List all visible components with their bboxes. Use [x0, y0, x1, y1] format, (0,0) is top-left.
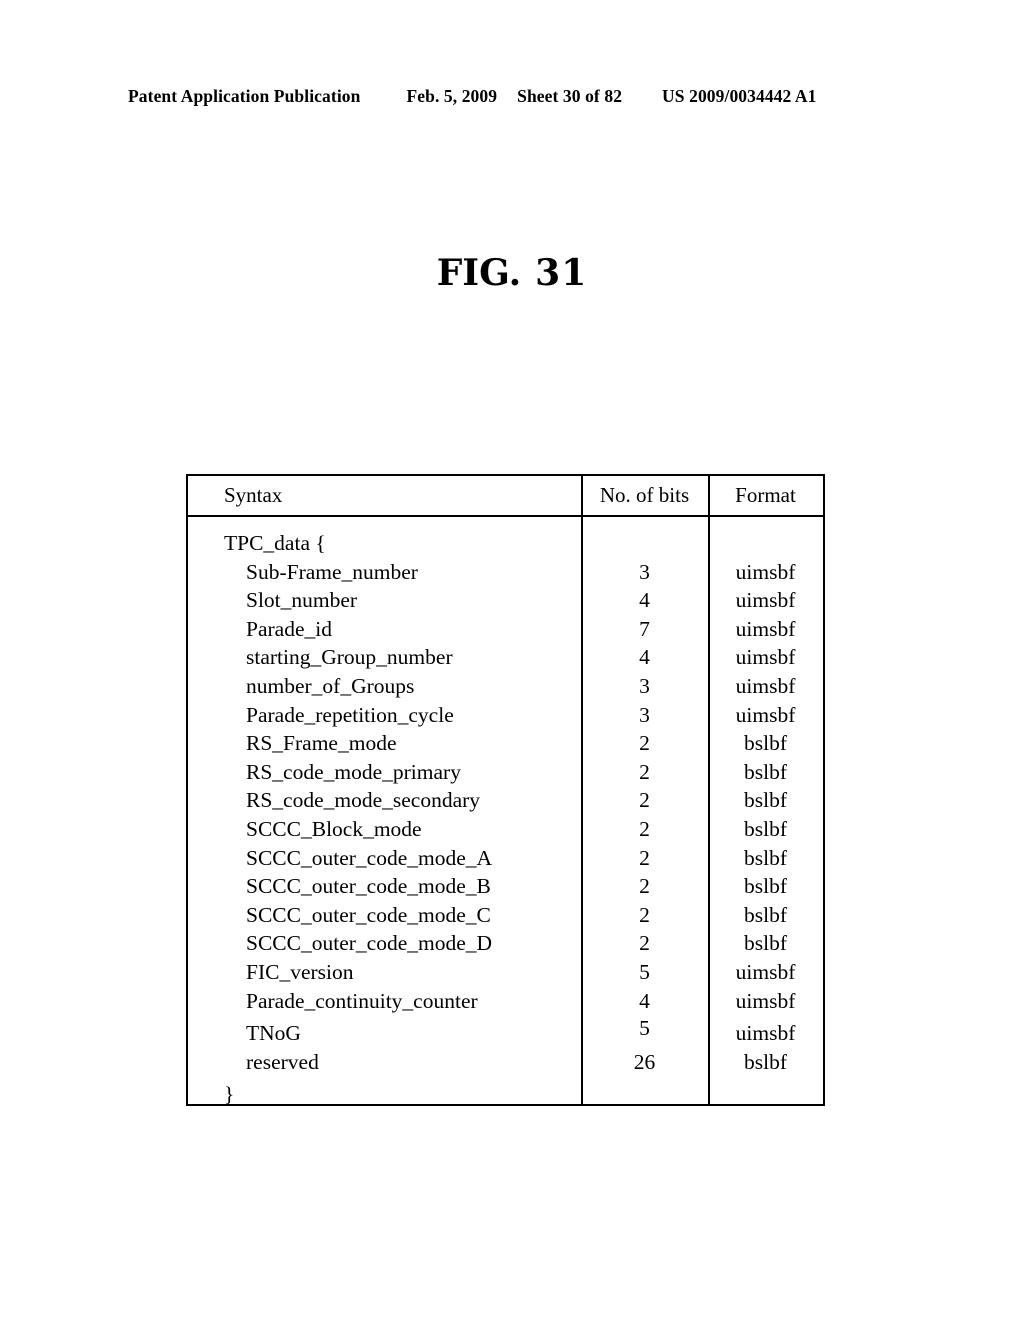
- cell-syntax: }: [224, 1082, 235, 1107]
- table-row: Slot_number 4 uimsbf: [188, 586, 823, 615]
- table-row: SCCC_outer_code_mode_C 2 bslbf: [188, 901, 823, 930]
- sheet-number: Sheet 30 of 82: [517, 86, 623, 106]
- cell-bits: 2: [639, 759, 650, 784]
- tpc-data-syntax-table: Syntax No. of bits Format TPC_data { Sub-…: [186, 474, 825, 1106]
- cell-format: uimsbf: [735, 588, 796, 613]
- cell-format: bslbf: [744, 759, 787, 784]
- cell-format: uimsbf: [735, 616, 796, 641]
- cell-syntax: SCCC_outer_code_mode_D: [246, 931, 493, 956]
- cell-format: uimsbf: [735, 1021, 796, 1046]
- cell-format: uimsbf: [735, 988, 796, 1013]
- column-header-syntax: Syntax: [224, 483, 283, 507]
- cell-format: bslbf: [744, 816, 787, 841]
- figure-title: FIG. 31: [0, 252, 1024, 294]
- table-row: Parade_continuity_counter 4 uimsbf: [188, 987, 823, 1016]
- cell-syntax: RS_code_mode_secondary: [246, 788, 481, 813]
- cell-bits: 2: [639, 874, 650, 899]
- cell-bits: 2: [639, 902, 650, 927]
- table-row: RS_Frame_mode 2 bslbf: [188, 729, 823, 758]
- cell-syntax: FIC_version: [246, 959, 354, 984]
- cell-syntax: RS_code_mode_primary: [246, 759, 461, 784]
- table-row: SCCC_outer_code_mode_D 2 bslbf: [188, 929, 823, 958]
- cell-syntax: starting_Group_number: [246, 645, 453, 670]
- table-row: SCCC_Block_mode 2 bslbf: [188, 815, 823, 844]
- table-row: RS_code_mode_secondary 2 bslbf: [188, 786, 823, 815]
- cell-bits: 3: [639, 559, 650, 584]
- cell-bits: 3: [639, 673, 650, 698]
- cell-syntax: SCCC_outer_code_mode_A: [246, 845, 493, 870]
- column-header-bits: No. of bits: [599, 483, 690, 507]
- cell-syntax: Parade_repetition_cycle: [246, 702, 454, 727]
- cell-syntax: reserved: [246, 1049, 319, 1074]
- cell-syntax: SCCC_outer_code_mode_C: [246, 902, 491, 927]
- cell-bits: 5: [639, 959, 650, 984]
- cell-bits: 2: [639, 816, 650, 841]
- table-row: FIC_version 5 uimsbf: [188, 958, 823, 987]
- table-row: SCCC_outer_code_mode_A 2 bslbf: [188, 844, 823, 873]
- cell-format: bslbf: [744, 845, 787, 870]
- table-row: RS_code_mode_primary 2 bslbf: [188, 758, 823, 787]
- cell-format: uimsbf: [735, 559, 796, 584]
- table-body: TPC_data {Sub-Frame_number 3 uimsbf Slot_nu…: [188, 517, 823, 1106]
- table-row: Parade_repetition_cycle 3 uimsbf: [188, 701, 823, 730]
- table-row: }: [188, 1080, 823, 1109]
- cell-bits: 2: [639, 731, 650, 756]
- cell-bits: 5: [639, 1016, 650, 1041]
- cell-format: bslbf: [744, 931, 787, 956]
- cell-bits: 2: [639, 845, 650, 870]
- cell-format: uimsbf: [735, 673, 796, 698]
- cell-bits: 4: [639, 988, 650, 1013]
- cell-bits: 2: [639, 788, 650, 813]
- cell-format: uimsbf: [735, 959, 796, 984]
- cell-bits: 4: [639, 588, 650, 613]
- figure-number: 31: [535, 252, 588, 294]
- cell-syntax: SCCC_outer_code_mode_B: [246, 874, 491, 899]
- patent-number: US 2009/0034442 A1: [662, 86, 817, 106]
- cell-format: bslbf: [744, 874, 787, 899]
- cell-format: bslbf: [744, 731, 787, 756]
- table-row: SCCC_outer_code_mode_B 2 bslbf: [188, 872, 823, 901]
- table-row: Parade_id 7 uimsbf: [188, 615, 823, 644]
- table-row: reserved 26 bslbf: [188, 1048, 823, 1077]
- column-header-format: Format: [735, 483, 796, 507]
- publication-label: Patent Application Publication: [128, 86, 361, 106]
- cell-syntax: Parade_continuity_counter: [246, 988, 478, 1013]
- table-row: Sub-Frame_number 3 uimsbf: [188, 558, 823, 587]
- cell-format: uimsbf: [735, 645, 796, 670]
- cell-format: bslbf: [744, 902, 787, 927]
- cell-format: uimsbf: [735, 702, 796, 727]
- table-row: number_of_Groups 3 uimsbf: [188, 672, 823, 701]
- table-header-row: Syntax No. of bits Format: [188, 476, 823, 517]
- cell-syntax: Slot_number: [246, 588, 358, 613]
- cell-bits: 7: [639, 616, 650, 641]
- cell-syntax: Sub-Frame_number: [246, 559, 418, 584]
- cell-bits: 26: [633, 1049, 656, 1074]
- cell-syntax: TPC_data {: [224, 531, 326, 555]
- publication-date: Feb. 5, 2009: [406, 86, 498, 106]
- table-row: TPC_data {: [188, 529, 823, 558]
- table-row: starting_Group_number 4 uimsbf: [188, 643, 823, 672]
- cell-format: bslbf: [744, 788, 787, 813]
- cell-syntax: SCCC_Block_mode: [246, 816, 422, 841]
- cell-syntax: number_of_Groups: [246, 673, 415, 698]
- cell-bits: 3: [639, 702, 650, 727]
- cell-syntax: TNoG: [246, 1021, 301, 1046]
- table-row: TNoG 5 uimsbf: [188, 1016, 823, 1048]
- cell-syntax: RS_Frame_mode: [246, 731, 397, 756]
- cell-bits: 4: [639, 645, 650, 670]
- table-rows-container: TPC_data {Sub-Frame_number 3 uimsbf Slot_nu…: [188, 517, 823, 1109]
- cell-bits: 2: [639, 931, 650, 956]
- cell-syntax: Parade_id: [246, 616, 332, 641]
- figure-label: FIG.: [436, 252, 522, 294]
- cell-format: bslbf: [744, 1049, 787, 1074]
- patent-running-header: Patent Application Publication Feb. 5, 2…: [128, 86, 888, 107]
